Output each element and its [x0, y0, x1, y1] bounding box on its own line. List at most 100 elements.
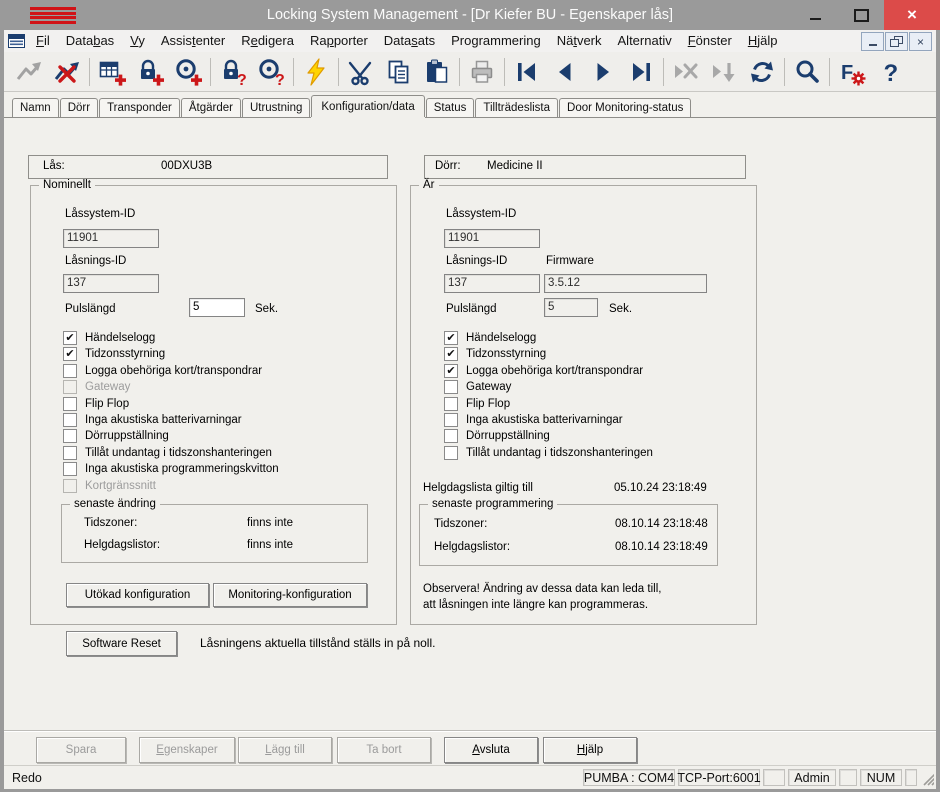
read-lock-icon[interactable]: ? [214, 55, 252, 89]
menu-item-fil[interactable]: Fil [28, 30, 58, 52]
checkbox-mark: ✔ [63, 331, 77, 345]
first-record-icon[interactable] [508, 55, 546, 89]
nominal-checkbox-tidzonsstyrning[interactable]: ✔Tidzonsstyrning [63, 347, 165, 361]
status-empty-2 [839, 769, 857, 786]
maximize-button[interactable] [838, 0, 884, 30]
menu-item-alternativ[interactable]: Alternativ [610, 30, 680, 52]
last-record-icon[interactable] [622, 55, 660, 89]
exit-button[interactable]: Avsluta [444, 737, 538, 763]
actual-pulse-field[interactable]: 5 [544, 298, 598, 317]
actual-checkbox-tillat-undantag[interactable]: Tillåt undantag i tidszonshanteringen [444, 446, 653, 460]
menu-item-vy[interactable]: Vy [122, 30, 153, 52]
monitoring-configuration-button[interactable]: Monitoring-konfiguration [213, 583, 367, 607]
tab-door-monitoring-status[interactable]: Door Monitoring-status [559, 98, 691, 117]
tab-konfiguration-data[interactable]: Konfiguration/data [311, 95, 424, 117]
actual-checkbox-logga-obehoriga[interactable]: ✔Logga obehöriga kort/transpondrar [444, 364, 643, 378]
mdi-minimize-button[interactable] [861, 32, 884, 51]
door-header-box: Dörr: Medicine II [424, 155, 746, 179]
new-transponder-icon[interactable] [169, 55, 207, 89]
status-bar: Redo PUMBA : COM4 TCP-Port:6001 Admin NU… [4, 765, 936, 789]
tab-dorr[interactable]: Dörr [60, 98, 98, 117]
close-button[interactable]: × [884, 0, 940, 30]
checkbox-mark: ✔ [63, 347, 77, 361]
door-value: Medicine II [487, 160, 543, 172]
tab-utrustning[interactable]: Utrustning [242, 98, 310, 117]
previous-record-icon[interactable] [546, 55, 584, 89]
menu-item-fonster[interactable]: Fönster [680, 30, 740, 52]
add-button: Lägg till [238, 737, 332, 763]
new-locking-system-icon[interactable] [93, 55, 131, 89]
search-icon[interactable] [788, 55, 826, 89]
menu-item-rapporter[interactable]: Rapporter [302, 30, 376, 52]
program-icon[interactable] [297, 55, 335, 89]
function-settings-icon[interactable]: F [833, 55, 871, 89]
connect-icon[interactable] [10, 55, 48, 89]
last-change-tidszoner-value: finns inte [247, 517, 293, 529]
nominal-checkbox-tillat-undantag[interactable]: Tillåt undantag i tidszonshanteringen [63, 446, 272, 460]
nominal-checkbox-inga-batterivarningar[interactable]: Inga akustiska batterivarningar [63, 413, 242, 427]
actual-checkbox-gateway[interactable]: Gateway [444, 380, 511, 394]
actual-system-id-field[interactable]: 11901 [444, 229, 540, 248]
menu-item-natverk[interactable]: Nätverk [549, 30, 610, 52]
new-lock-icon[interactable] [131, 55, 169, 89]
nominal-checkbox-flip-flop[interactable]: Flip Flop [63, 397, 129, 411]
minimize-button[interactable] [792, 0, 838, 30]
read-transponder-icon[interactable]: ? [252, 55, 290, 89]
menu-item-programmering[interactable]: Programmering [443, 30, 549, 52]
checkbox-mark: ✔ [444, 364, 458, 378]
mdi-restore-button[interactable] [885, 32, 908, 51]
menu-item-redigera[interactable]: Redigera [233, 30, 302, 52]
nominal-checkbox-inga-programmeringskvitton[interactable]: Inga akustiska programmeringskvitton [63, 462, 279, 476]
tab-tilltradeslista[interactable]: Tillträdeslista [475, 98, 558, 117]
nominal-lock-id-field[interactable]: 137 [63, 274, 159, 293]
tab-status[interactable]: Status [426, 98, 475, 117]
firmware-field[interactable]: 3.5.12 [544, 274, 707, 293]
nominal-system-id-field[interactable]: 11901 [63, 229, 159, 248]
tab-namn[interactable]: Namn [12, 98, 59, 117]
mdi-system-icon[interactable] [4, 34, 28, 48]
software-reset-caption: Låsningens aktuella tillstånd ställs in … [200, 636, 435, 650]
nominal-pulse-field[interactable]: 5 [189, 298, 245, 317]
refresh-icon[interactable] [743, 55, 781, 89]
paste-icon[interactable] [418, 55, 456, 89]
help-button[interactable]: Hjälp [543, 737, 637, 763]
menu-item-databas[interactable]: Databas [58, 30, 122, 52]
actual-legend: Är [419, 179, 439, 191]
menu-item-hjalp[interactable]: Hjälp [740, 30, 786, 52]
commit-record-icon[interactable] [705, 55, 743, 89]
actual-checkbox-tidzonsstyrning[interactable]: ✔Tidzonsstyrning [444, 347, 546, 361]
actual-system-id-label: Låssystem-ID [446, 208, 516, 220]
mdi-close-button[interactable]: × [909, 32, 932, 51]
properties-dialog: Namn Dörr Transponder Åtgärder Utrustnin… [4, 93, 936, 765]
save-button: Spara [36, 737, 126, 763]
cancel-record-icon[interactable] [667, 55, 705, 89]
actual-lock-id-field[interactable]: 137 [444, 274, 540, 293]
resize-grip[interactable] [920, 769, 934, 786]
menu-item-datasats[interactable]: Datasats [376, 30, 443, 52]
door-label: Dörr: [435, 160, 461, 172]
checkbox-mark [63, 413, 77, 427]
last-change-group: senaste ändring Tidszoner: finns inte He… [61, 504, 368, 563]
actual-checkbox-flip-flop[interactable]: Flip Flop [444, 397, 510, 411]
nominal-checkbox-dorruppstallning[interactable]: Dörruppställning [63, 429, 169, 443]
checkbox-mark [63, 364, 77, 378]
tab-atgarder[interactable]: Åtgärder [181, 98, 241, 117]
tab-transponder[interactable]: Transponder [99, 98, 180, 117]
actual-checkbox-handelselogg[interactable]: ✔Händelselogg [444, 331, 536, 345]
extended-configuration-button[interactable]: Utökad konfiguration [66, 583, 209, 607]
print-icon[interactable] [463, 55, 501, 89]
last-programming-helgdagslistor-value: 08.10.14 23:18:49 [615, 541, 708, 553]
next-record-icon[interactable] [584, 55, 622, 89]
nominal-checkbox-handelselogg[interactable]: ✔Händelselogg [63, 331, 155, 345]
nominal-checkbox-logga-obehoriga[interactable]: Logga obehöriga kort/transpondrar [63, 364, 262, 378]
actual-checkbox-dorruppstallning[interactable]: Dörruppställning [444, 429, 550, 443]
software-reset-button[interactable]: Software Reset [66, 631, 177, 656]
menu-item-assistenter[interactable]: Assistenter [153, 30, 233, 52]
cut-icon[interactable] [342, 55, 380, 89]
actual-checkbox-inga-batterivarningar[interactable]: Inga akustiska batterivarningar [444, 413, 623, 427]
copy-icon[interactable] [380, 55, 418, 89]
checkbox-mark [63, 446, 77, 460]
disconnect-icon[interactable] [48, 55, 86, 89]
remove-button: Ta bort [337, 737, 431, 763]
help-icon[interactable]: ? [871, 55, 909, 89]
